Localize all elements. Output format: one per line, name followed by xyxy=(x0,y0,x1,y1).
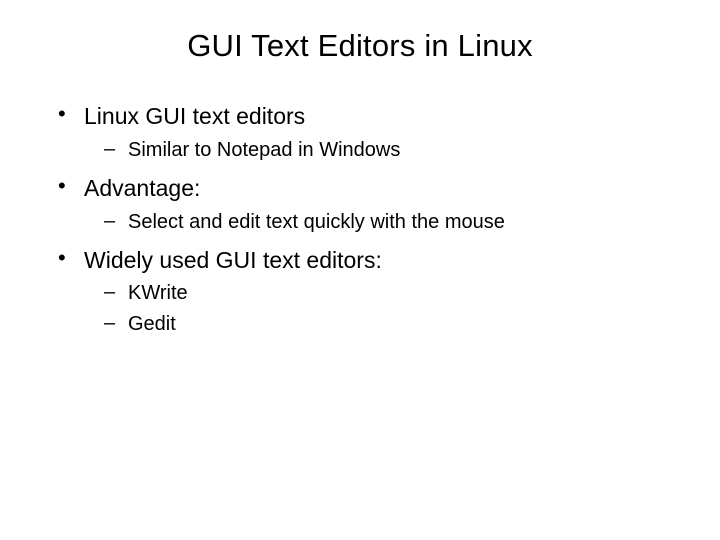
slide-title: GUI Text Editors in Linux xyxy=(40,28,680,64)
sub-list: Similar to Notepad in Windows xyxy=(84,137,680,164)
sub-bullet-text: KWrite xyxy=(128,282,188,304)
bullet-text: Linux GUI text editors xyxy=(84,103,305,129)
sub-bullet-text: Gedit xyxy=(128,313,176,335)
bullet-list: Linux GUI text editors Similar to Notepa… xyxy=(40,102,680,338)
sub-list: Select and edit text quickly with the mo… xyxy=(84,209,680,236)
list-item: Widely used GUI text editors: KWrite Ged… xyxy=(40,246,680,339)
sub-list-item: KWrite xyxy=(84,280,680,307)
sub-list: KWrite Gedit xyxy=(84,280,680,338)
slide: GUI Text Editors in Linux Linux GUI text… xyxy=(0,0,720,540)
sub-list-item: Select and edit text quickly with the mo… xyxy=(84,209,680,236)
sub-list-item: Similar to Notepad in Windows xyxy=(84,137,680,164)
sub-list-item: Gedit xyxy=(84,311,680,338)
list-item: Advantage: Select and edit text quickly … xyxy=(40,174,680,236)
sub-bullet-text: Select and edit text quickly with the mo… xyxy=(128,211,505,233)
bullet-text: Widely used GUI text editors: xyxy=(84,247,382,273)
bullet-text: Advantage: xyxy=(84,175,200,201)
list-item: Linux GUI text editors Similar to Notepa… xyxy=(40,102,680,164)
sub-bullet-text: Similar to Notepad in Windows xyxy=(128,139,400,161)
